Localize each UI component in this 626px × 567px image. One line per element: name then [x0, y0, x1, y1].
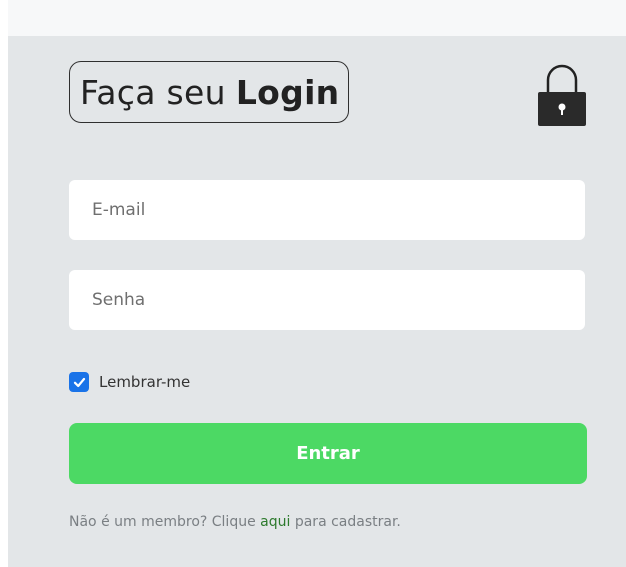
- password-field[interactable]: [69, 270, 585, 330]
- signup-suffix: para cadastrar.: [294, 514, 401, 530]
- signup-prefix: Não é um membro? Clique: [69, 514, 256, 530]
- title-regular: Faça seu: [80, 72, 226, 112]
- check-icon: [73, 377, 85, 387]
- top-strip: [8, 0, 626, 36]
- login-button[interactable]: Entrar: [69, 423, 587, 484]
- signup-text: Não é um membro? Clique aqui para cadast…: [69, 514, 401, 530]
- signup-link[interactable]: aqui: [260, 514, 290, 530]
- lock-icon: [538, 64, 586, 126]
- page-title: Faça seu Login: [69, 61, 350, 123]
- login-panel: Faça seu Login Lembrar-me Entrar Não é u…: [8, 36, 626, 567]
- title-bold: Login: [235, 72, 340, 112]
- email-field[interactable]: [69, 180, 585, 240]
- remember-label: Lembrar-me: [99, 373, 191, 391]
- remember-me[interactable]: Lembrar-me: [69, 372, 190, 392]
- remember-checkbox[interactable]: [69, 372, 89, 392]
